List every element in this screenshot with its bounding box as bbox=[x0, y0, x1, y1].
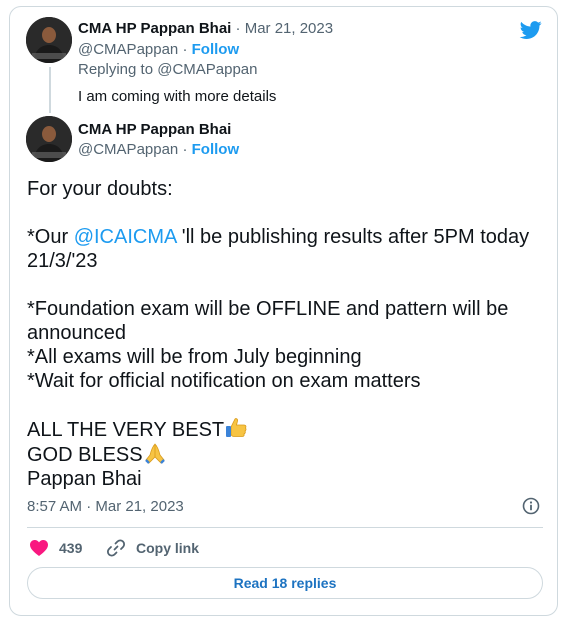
copy-link-label: Copy link bbox=[136, 540, 200, 556]
author-name[interactable]: CMA HP Pappan Bhai bbox=[78, 20, 231, 37]
follow-button[interactable]: Follow bbox=[192, 41, 240, 58]
main-author-row: CMA HP Pappan Bhai bbox=[78, 120, 231, 140]
author-name[interactable]: CMA HP Pappan Bhai bbox=[78, 121, 231, 138]
mention-link[interactable]: @ICAICMA bbox=[74, 226, 177, 248]
author-handle[interactable]: @CMAPappan · bbox=[78, 41, 187, 58]
link-icon bbox=[106, 539, 126, 557]
tweet-line: Pappan Bhai bbox=[27, 468, 142, 490]
embedded-tweet-card: CMA HP Pappan Bhai · Mar 21, 2023 @CMAPa… bbox=[9, 6, 558, 616]
parent-tweet-text: I am coming with more details bbox=[78, 88, 277, 105]
tweet-line: *Foundation exam will be OFFLINE and pat… bbox=[27, 298, 509, 344]
tweet-text: For your doubts: *Our @ICAICMA 'll be pu… bbox=[27, 177, 547, 491]
avatar[interactable] bbox=[26, 116, 72, 162]
tweet-line-text: GOD BLESS bbox=[27, 444, 143, 466]
heart-icon bbox=[30, 540, 48, 556]
twitter-bird-icon[interactable] bbox=[518, 19, 544, 41]
tweet-line: GOD BLESS bbox=[27, 442, 547, 467]
main-handle-row: @CMAPappan · Follow bbox=[78, 140, 239, 160]
tweet-line: ALL THE VERY BEST bbox=[27, 417, 547, 442]
info-icon[interactable] bbox=[522, 497, 540, 515]
folded-hands-emoji bbox=[144, 443, 165, 464]
tweet-line: *Wait for official notification on exam … bbox=[27, 370, 421, 392]
replying-to: Replying to @CMAPappan bbox=[78, 61, 258, 78]
follow-button[interactable]: Follow bbox=[192, 141, 240, 158]
tweet-timestamp[interactable]: 8:57 AM · Mar 21, 2023 bbox=[27, 497, 184, 517]
tweet-line: *All exams will be from July beginning bbox=[27, 346, 362, 368]
like-count: 439 bbox=[59, 540, 83, 556]
avatar[interactable] bbox=[26, 17, 72, 63]
thread-connector-line bbox=[49, 67, 51, 113]
tweet-date[interactable]: · Mar 21, 2023 bbox=[236, 20, 334, 37]
copy-link-button[interactable]: Copy link bbox=[106, 538, 199, 558]
tweet-line-text: ALL THE VERY BEST bbox=[27, 419, 225, 441]
author-handle[interactable]: @CMAPappan · bbox=[78, 141, 187, 158]
tweet-line: *Our @ICAICMA 'll be publishing results … bbox=[27, 225, 547, 273]
like-button[interactable]: 439 bbox=[29, 538, 82, 558]
parent-author-row: CMA HP Pappan Bhai · Mar 21, 2023 bbox=[78, 19, 333, 39]
tweet-line: For your doubts: bbox=[27, 178, 173, 200]
divider bbox=[27, 527, 543, 528]
read-replies-button[interactable]: Read 18 replies bbox=[27, 567, 543, 599]
thumbs-up-emoji bbox=[226, 418, 247, 437]
tweet-line-text: *Our bbox=[27, 226, 74, 248]
parent-handle-row: @CMAPappan · Follow bbox=[78, 40, 239, 60]
